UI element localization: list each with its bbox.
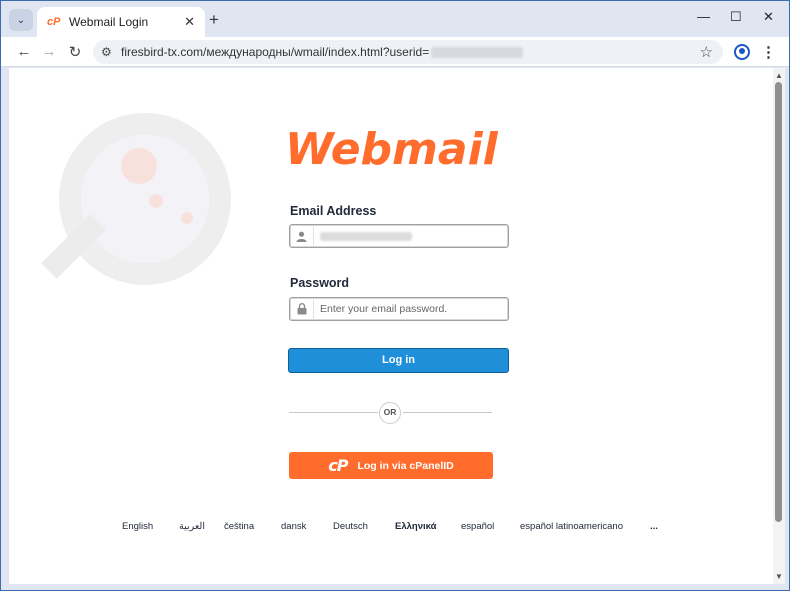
divider-line	[403, 412, 492, 413]
page-scrollbar[interactable]: ▲ ▼	[773, 68, 785, 584]
tab-strip: ⌄ cP Webmail Login ✕ + — ☐ ✕	[1, 1, 789, 37]
language-link[interactable]: Deutsch	[333, 521, 368, 532]
login-button[interactable]: Log in	[288, 348, 509, 373]
tab-search-button[interactable]: ⌄	[9, 9, 33, 31]
star-icon[interactable]: ☆	[700, 43, 713, 61]
email-label: Email Address	[290, 204, 377, 218]
close-window-icon[interactable]: ✕	[763, 9, 774, 25]
browser-window: ⌄ cP Webmail Login ✕ + — ☐ ✕ ← → ↻ ⚙ fir…	[0, 0, 790, 591]
arrow-left-icon[interactable]: ←	[15, 43, 33, 60]
language-link[interactable]: Ελληνικά	[395, 521, 436, 532]
divider-line	[289, 412, 378, 413]
language-link[interactable]: dansk	[281, 521, 306, 532]
watermark-dot	[181, 212, 193, 224]
scroll-down-icon[interactable]: ▼	[775, 572, 783, 581]
url-text: firesbird-tx.com/международны/wmail/inde…	[121, 45, 524, 59]
password-field[interactable]	[289, 297, 509, 321]
watermark-dot	[121, 148, 157, 184]
address-bar[interactable]: ⚙ firesbird-tx.com/международны/wmail/in…	[93, 40, 723, 64]
scroll-thumb[interactable]	[775, 82, 782, 522]
cpanel-logo-icon: cP	[328, 456, 348, 475]
or-separator: OR	[379, 402, 401, 424]
language-link[interactable]: čeština	[224, 521, 254, 532]
maximize-icon[interactable]: ☐	[730, 9, 742, 25]
cpanel-login-button[interactable]: cP Log in via cPanelID	[289, 452, 493, 479]
watermark-dot	[149, 194, 163, 208]
tab-title: Webmail Login	[69, 15, 149, 29]
language-list: English العربية čeština dansk Deutsch Ελ…	[9, 521, 773, 535]
webmail-logo: Webmail	[285, 124, 498, 175]
language-link[interactable]: español	[461, 521, 494, 532]
close-icon[interactable]: ✕	[184, 14, 195, 30]
page-content: Webmail Email Address Password Log in OR…	[9, 68, 773, 584]
tab-webmail-login[interactable]: cP Webmail Login ✕	[37, 7, 205, 37]
cpanel-button-label: Log in via cPanelID	[357, 459, 454, 472]
reload-icon[interactable]: ↻	[66, 43, 84, 61]
email-field[interactable]	[289, 224, 509, 248]
redacted-userid	[431, 47, 524, 59]
language-link[interactable]: español latinoamericano	[520, 521, 623, 532]
chevron-down-icon: ⌄	[16, 14, 26, 26]
cpanel-favicon-icon: cP	[47, 16, 61, 28]
browser-toolbar: ← → ↻ ⚙ firesbird-tx.com/международны/wm…	[1, 37, 789, 67]
plus-icon[interactable]: +	[209, 10, 219, 30]
password-label: Password	[290, 276, 350, 290]
scroll-up-icon[interactable]: ▲	[775, 71, 783, 80]
password-input[interactable]	[320, 301, 502, 317]
kebab-icon[interactable]: ⋮	[761, 43, 776, 61]
language-link[interactable]: English	[122, 521, 153, 532]
lock-icon	[290, 298, 314, 320]
arrow-right-icon[interactable]: →	[40, 43, 58, 60]
email-input[interactable]	[320, 228, 502, 244]
user-icon	[290, 225, 314, 247]
minimize-icon[interactable]: —	[697, 9, 710, 24]
profile-icon[interactable]	[734, 44, 750, 60]
more-languages-button[interactable]: ...	[650, 521, 658, 532]
tune-icon[interactable]: ⚙	[101, 45, 112, 59]
language-link[interactable]: العربية	[179, 521, 205, 532]
